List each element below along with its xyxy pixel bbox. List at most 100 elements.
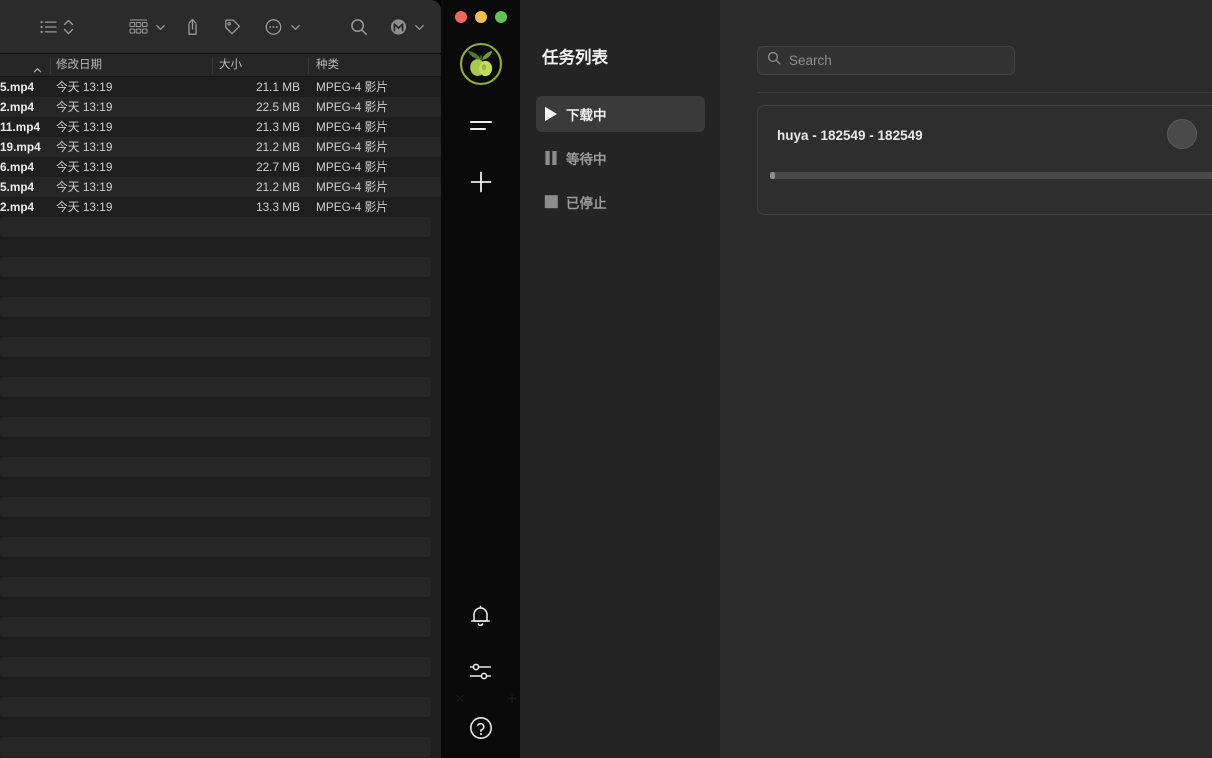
search-input[interactable]: Search — [757, 46, 1015, 75]
empty-row[interactable] — [0, 717, 431, 737]
table-row[interactable]: 2.mp4 今天 13:19 13.3 MB MPEG-4 影片 — [0, 197, 441, 217]
cell-date: 今天 13:19 — [56, 80, 113, 94]
empty-row[interactable] — [0, 517, 431, 537]
cell-date: 今天 13:19 — [56, 180, 113, 194]
question-help-icon[interactable] — [441, 706, 520, 750]
table-row[interactable]: 5.mp4 今天 13:19 21.1 MB MPEG-4 影片 — [0, 77, 441, 97]
empty-row[interactable] — [0, 257, 431, 277]
empty-row[interactable] — [0, 657, 431, 677]
search-placeholder: Search — [789, 53, 832, 68]
cell-kind: MPEG-4 影片 — [316, 160, 389, 174]
cell-size: 13.3 MB — [256, 200, 300, 214]
empty-row[interactable] — [0, 477, 431, 497]
finder-toolbar — [0, 0, 441, 54]
empty-row[interactable] — [0, 417, 431, 437]
sidebar-item-waiting[interactable]: 等待中 — [536, 140, 705, 176]
empty-row[interactable] — [0, 577, 431, 597]
task-action-circle-button[interactable] — [1167, 119, 1197, 149]
table-row[interactable]: 5.mp4 今天 13:19 21.2 MB MPEG-4 影片 — [0, 177, 441, 197]
search-icon — [767, 51, 781, 70]
cell-name: 19.mp4 — [0, 140, 41, 154]
column-header-kind[interactable]: 种类 — [316, 54, 339, 77]
content-divider — [757, 92, 1212, 93]
empty-row[interactable] — [0, 397, 431, 417]
empty-row[interactable] — [0, 537, 431, 557]
sidebar-item-downloading[interactable]: 下载中 — [536, 96, 705, 132]
cell-size: 22.7 MB — [256, 160, 300, 174]
cell-size: 21.1 MB — [256, 80, 300, 94]
empty-row[interactable] — [0, 277, 431, 297]
sidebar-item-label: 已停止 — [566, 196, 607, 211]
finder-file-list[interactable]: 5.mp4 今天 13:19 21.1 MB MPEG-4 影片 2.mp4 今天 13:… — [0, 77, 441, 758]
cell-date: 今天 13:19 — [56, 120, 113, 134]
chevron-down-icon[interactable] — [290, 21, 301, 32]
cell-date: 今天 13:19 — [56, 100, 113, 114]
table-row[interactable]: 19.mp4 今天 13:19 21.2 MB MPEG-4 影片 — [0, 137, 441, 157]
cell-name: 11.mp4 — [0, 120, 41, 134]
empty-row[interactable] — [0, 357, 431, 377]
empty-row[interactable] — [0, 557, 431, 577]
screen: 修改日期 大小 种类 5.mp4 今天 13:19 21.1 MB MPEG-4 影片… — [0, 0, 1212, 758]
tag-icon[interactable] — [224, 18, 241, 35]
account-avatar-icon[interactable] — [390, 18, 407, 35]
cell-kind: MPEG-4 影片 — [316, 200, 389, 214]
cell-size: 21.2 MB — [256, 140, 300, 154]
task-list-sidebar: 任务列表 下载中 等待中 已停止 — [520, 0, 720, 758]
more-ellipsis-icon[interactable] — [265, 18, 282, 35]
chevron-down-icon[interactable] — [155, 21, 166, 32]
cell-name: 5.mp4 — [0, 80, 35, 94]
empty-row[interactable] — [0, 677, 431, 697]
empty-row[interactable] — [0, 457, 431, 477]
task-title: huya - 182549 - 182549 — [777, 128, 923, 143]
column-header-date[interactable]: 修改日期 — [56, 54, 102, 77]
share-icon[interactable] — [185, 18, 200, 36]
search-icon[interactable] — [350, 18, 368, 36]
empty-row[interactable] — [0, 617, 431, 637]
column-header-size[interactable]: 大小 — [219, 54, 242, 77]
zoom-traffic-light[interactable] — [495, 11, 507, 23]
cell-name: 6.mp4 — [0, 160, 35, 174]
chevron-down-icon[interactable] — [414, 21, 425, 32]
window-controls — [455, 11, 507, 23]
empty-row[interactable] — [0, 297, 431, 317]
play-triangle-icon — [536, 106, 566, 122]
empty-row[interactable] — [0, 637, 431, 657]
table-row[interactable]: 11.mp4 今天 13:19 21.3 MB MPEG-4 影片 — [0, 117, 441, 137]
close-traffic-light[interactable] — [455, 11, 467, 23]
task-progress-fill — [770, 172, 775, 179]
task-content-area: Search huya - 182549 - 182549 — [720, 0, 1212, 758]
finder-window: 修改日期 大小 种类 5.mp4 今天 13:19 21.1 MB MPEG-4 影片… — [0, 0, 441, 758]
minimize-traffic-light[interactable] — [475, 11, 487, 23]
cell-name: 2.mp4 — [0, 200, 35, 214]
sidebar-item-stopped[interactable]: 已停止 — [536, 184, 705, 220]
cell-size: 22.5 MB — [256, 100, 300, 114]
empty-row[interactable] — [0, 237, 431, 257]
empty-row[interactable] — [0, 377, 431, 397]
group-grid-icon[interactable] — [129, 18, 148, 35]
empty-row[interactable] — [0, 217, 431, 237]
column-separator[interactable] — [308, 57, 309, 74]
cell-date: 今天 13:19 — [56, 140, 113, 154]
cell-kind: MPEG-4 影片 — [316, 180, 389, 194]
empty-row[interactable] — [0, 337, 431, 357]
cell-size: 21.2 MB — [256, 180, 300, 194]
empty-row[interactable] — [0, 697, 431, 717]
empty-row[interactable] — [0, 437, 431, 457]
column-separator[interactable] — [50, 57, 51, 74]
list-view-icon[interactable] — [40, 20, 57, 33]
notification-bell-icon[interactable] — [441, 594, 520, 638]
finder-column-headers: 修改日期 大小 种类 — [0, 54, 441, 77]
empty-row[interactable] — [0, 597, 431, 617]
empty-row[interactable] — [0, 317, 431, 337]
empty-row[interactable] — [0, 737, 431, 757]
empty-row[interactable] — [0, 497, 431, 517]
hamburger-menu-icon[interactable] — [441, 104, 520, 148]
task-card[interactable]: huya - 182549 - 182549 — [757, 105, 1212, 215]
plus-add-task-icon[interactable] — [441, 160, 520, 204]
sort-updown-icon[interactable] — [63, 19, 74, 35]
column-separator[interactable] — [212, 57, 213, 74]
sidebar-item-label: 等待中 — [566, 152, 607, 167]
sort-ascending-caret[interactable] — [33, 62, 42, 73]
table-row[interactable]: 6.mp4 今天 13:19 22.7 MB MPEG-4 影片 — [0, 157, 441, 177]
table-row[interactable]: 2.mp4 今天 13:19 22.5 MB MPEG-4 影片 — [0, 97, 441, 117]
